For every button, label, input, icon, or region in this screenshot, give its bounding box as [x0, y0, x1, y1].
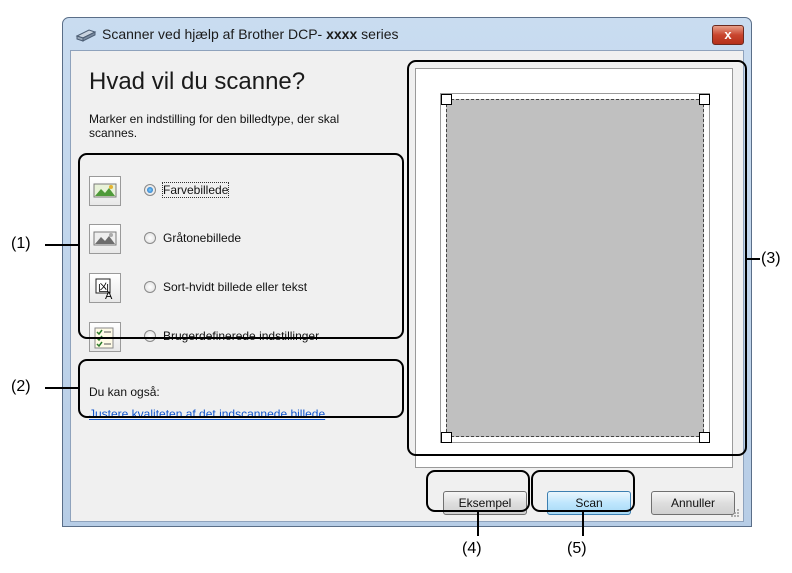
leader-line-3: [747, 258, 760, 260]
callout-frame-preview-button: [426, 470, 530, 512]
callout-frame-options: [78, 153, 404, 339]
callout-frame-scan-button: [531, 470, 635, 512]
title-prefix: Scanner ved hjælp af Brother DCP-: [102, 26, 327, 42]
callout-frame-also: [78, 359, 404, 418]
callout-label-5: (5): [567, 540, 587, 557]
leader-line-2: [45, 387, 78, 389]
window-title: Scanner ved hjælp af Brother DCP- xxxx s…: [102, 26, 399, 42]
instruction-text: Marker en indstilling for den billedtype…: [89, 112, 340, 140]
resize-grip-icon[interactable]: [730, 508, 740, 518]
callout-label-3: (3): [761, 250, 781, 267]
callout-label-1: (1): [11, 235, 31, 252]
callout-label-2: (2): [11, 378, 31, 395]
title-model: xxxx: [326, 26, 358, 42]
close-button[interactable]: x: [712, 25, 744, 45]
callout-label-4: (4): [462, 540, 482, 557]
leader-line-1: [45, 244, 78, 246]
leader-line-5: [582, 512, 584, 536]
cancel-button[interactable]: Annuller: [651, 491, 735, 515]
title-suffix: series: [357, 26, 399, 42]
title-bar[interactable]: Scanner ved hjælp af Brother DCP- xxxx s…: [63, 18, 751, 50]
scanner-app-icon: [75, 29, 97, 42]
leader-line-4: [477, 512, 479, 536]
callout-frame-preview: [407, 60, 747, 456]
page-title: Hvad vil du scanne?: [89, 68, 306, 95]
